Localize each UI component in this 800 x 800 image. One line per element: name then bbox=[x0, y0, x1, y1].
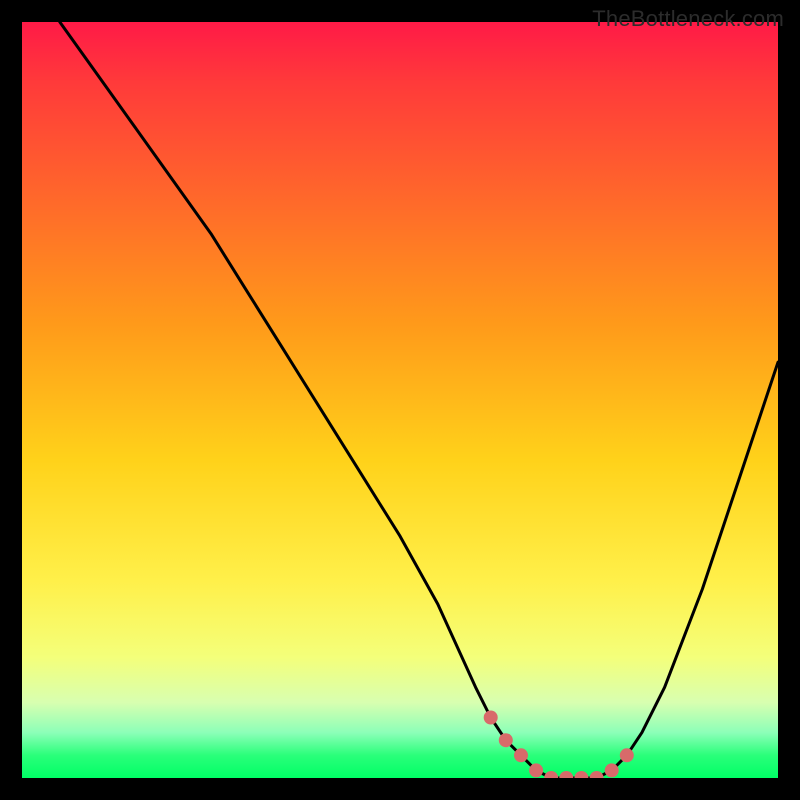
min-marker bbox=[544, 771, 558, 778]
min-marker bbox=[529, 763, 543, 777]
min-marker bbox=[514, 748, 528, 762]
min-marker bbox=[559, 771, 573, 778]
min-marker bbox=[484, 711, 498, 725]
min-marker bbox=[499, 733, 513, 747]
min-marker bbox=[620, 748, 634, 762]
watermark-text: TheBottleneck.com bbox=[592, 6, 784, 32]
plot-area bbox=[22, 22, 778, 778]
minimum-markers bbox=[22, 22, 778, 778]
min-marker bbox=[590, 771, 604, 778]
chart-frame: TheBottleneck.com bbox=[0, 0, 800, 800]
min-marker bbox=[605, 763, 619, 777]
min-marker bbox=[574, 771, 588, 778]
